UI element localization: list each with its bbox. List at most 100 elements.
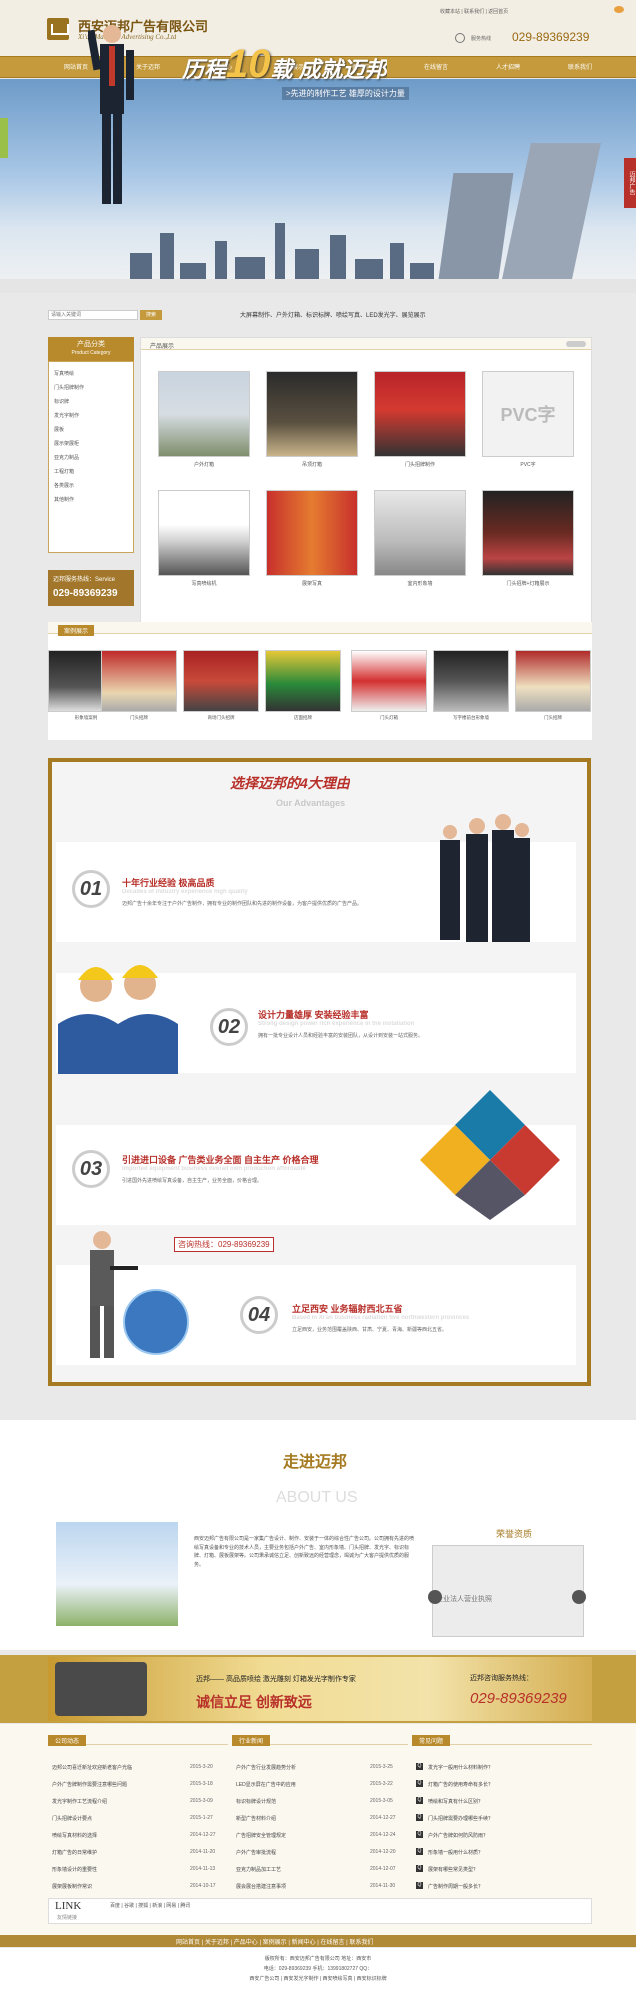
product-caption[interactable]: 门头招牌制作 (366, 461, 474, 468)
sidebar-item[interactable]: 展示架展柜 (54, 440, 79, 447)
cases-header (48, 622, 592, 634)
case-caption[interactable]: 写字楼前台形象墙 (431, 715, 511, 721)
product-image[interactable]: PVC字 (482, 371, 574, 457)
news-item[interactable]: 户外广告审批流程 (236, 1849, 362, 1856)
news-item[interactable]: LED显示屏在广告中的应用 (236, 1781, 362, 1788)
product-caption[interactable]: 展架写真 (258, 580, 366, 587)
news-item[interactable]: 展架展板制作常识 (52, 1883, 182, 1890)
sidebar-item[interactable]: 工程灯箱 (54, 468, 74, 475)
promo-slogan: 诚信立足 创新致远 (196, 1694, 312, 1710)
sidebar-item[interactable]: 发光字制作 (54, 412, 79, 419)
honor-certificate-image[interactable] (432, 1545, 584, 1637)
case-caption[interactable]: 商场门头招牌 (181, 715, 261, 721)
faq-item[interactable]: 户外广告牌如何防风防雨？ (428, 1832, 588, 1839)
prev-arrow-icon[interactable] (428, 1590, 442, 1604)
hotline-label: 服务热线 (471, 36, 492, 42)
search-input[interactable] (48, 310, 138, 320)
case-image[interactable] (265, 650, 341, 712)
sidebar-item[interactable]: 标识牌 (54, 398, 69, 405)
more-button[interactable] (566, 341, 586, 347)
news-item[interactable]: 形象墙设计的重要性 (52, 1866, 182, 1873)
logo-icon[interactable] (47, 18, 69, 40)
faq-item[interactable]: 形象墙一般用什么材质？ (428, 1849, 588, 1856)
faq-item[interactable]: 喷绘和写真有什么区别？ (428, 1798, 588, 1805)
search-button[interactable]: 搜索 (140, 310, 162, 320)
banner-left-tab[interactable] (0, 118, 8, 158)
news-item[interactable]: 展会展台搭建注意事项 (236, 1883, 362, 1890)
top-links[interactable]: 收藏本站 | 联系我们 | 返回首页 (440, 8, 508, 15)
news-date: 2015-3-09 (190, 1798, 213, 1804)
faq-item[interactable]: 广告制作周期一般多长？ (428, 1883, 588, 1890)
product-caption[interactable]: 室内形象墙 (366, 580, 474, 587)
phone-icon (455, 33, 465, 43)
case-image[interactable] (101, 650, 177, 712)
friend-links[interactable]: 百度 | 谷歌 | 搜狐 | 新浪 | 网易 | 腾讯 (110, 1902, 190, 1909)
category-list: 写真喷绘 门头招牌制作 标识牌 发光字制作 展板 展示架展柜 亚克力制品 工程灯… (48, 361, 134, 553)
product-image[interactable] (266, 371, 358, 457)
news-item[interactable]: 门头招牌设计要点 (52, 1815, 182, 1822)
category-title-en: Product Category (71, 350, 111, 356)
case-caption[interactable]: 门头招牌 (513, 715, 593, 721)
case-image[interactable] (183, 650, 259, 712)
faq-item[interactable]: 门头招牌需要办理哪些手续？ (428, 1815, 588, 1822)
sidebar-item[interactable]: 门头招牌制作 (54, 384, 84, 391)
case-image[interactable] (351, 650, 427, 712)
sidebar-item[interactable]: 其他制作 (54, 496, 74, 503)
faq-item[interactable]: 展架有哪些常见类型？ (428, 1866, 588, 1873)
company-building-photo[interactable] (56, 1522, 178, 1626)
hotline-box-number: 029-89369239 (53, 588, 118, 599)
product-image[interactable] (374, 371, 466, 457)
news-date: 2014-11-13 (190, 1866, 216, 1872)
product-image[interactable] (158, 371, 250, 457)
product-caption[interactable]: 门头招牌+灯箱展示 (474, 580, 582, 587)
product-caption[interactable]: 吊顶灯箱 (258, 461, 366, 468)
faq-item[interactable]: 发光字一般用什么材料制作？ (428, 1764, 588, 1771)
news-item[interactable]: 户外广告牌制作需要注意哪些问题 (52, 1781, 182, 1788)
next-arrow-icon[interactable] (572, 1590, 586, 1604)
news-item[interactable]: 喷绘写真材料的选择 (52, 1832, 182, 1839)
tab-faq[interactable]: 常见问题 (412, 1735, 451, 1746)
news-item[interactable]: 户外广告行业发展趋势分析 (236, 1764, 362, 1771)
about-title: 走进迈邦 (283, 1454, 348, 1471)
product-caption[interactable]: PVC字 (474, 461, 582, 468)
product-image[interactable] (482, 490, 574, 576)
sidebar-item[interactable]: 各类展示 (54, 482, 74, 489)
case-caption[interactable]: 店面招牌 (263, 715, 343, 721)
product-image[interactable] (374, 490, 466, 576)
banner-side-tag[interactable]: 迈邦广告 (624, 158, 636, 208)
case-image[interactable] (515, 650, 591, 712)
advantage-heading: 立足西安 业务辐射西北五省 (292, 1304, 403, 1314)
news-item[interactable]: 发光字制作工艺流程介绍 (52, 1798, 182, 1805)
product-caption[interactable]: 写真喷绘机 (150, 580, 258, 587)
footer-nav-links[interactable]: 网站首页 | 关于迈邦 | 产品中心 | 案例展示 | 新闻中心 | 在线留言 … (176, 1937, 373, 1946)
news-item[interactable]: 亚克力制品加工工艺 (236, 1866, 362, 1873)
nav-item-jobs[interactable]: 人才招聘 (472, 57, 544, 79)
news-item[interactable]: 迈邦公司喜迁新址欢迎新老客户光临 (52, 1764, 182, 1771)
nav-item-message[interactable]: 在线留言 (400, 57, 472, 79)
case-caption[interactable]: 门头灯箱 (349, 715, 429, 721)
product-image[interactable] (158, 490, 250, 576)
banner-slogan: 历程10载 成就迈邦 (182, 42, 387, 87)
advantage-text: 立足西安，业务范围覆盖陕西、甘肃、宁夏、青海、新疆等西北五省。 (292, 1327, 448, 1333)
weibo-icon[interactable] (614, 6, 624, 13)
sidebar-item[interactable]: 亚克力制品 (54, 454, 79, 461)
case-image[interactable] (433, 650, 509, 712)
news-item[interactable]: 广告招牌安全管理规定 (236, 1832, 362, 1839)
sidebar-item[interactable]: 写真喷绘 (54, 370, 74, 377)
case-caption[interactable]: 门头招牌 (99, 715, 179, 721)
faq-item[interactable]: 灯箱广告的使用寿命有多长？ (428, 1781, 588, 1788)
news-item[interactable]: 标识标牌设计规范 (236, 1798, 362, 1805)
product-caption[interactable]: 户外灯箱 (150, 461, 258, 468)
tab-industry-news[interactable]: 行业新闻 (232, 1735, 271, 1746)
news-item[interactable]: 新型广告材料介绍 (236, 1815, 362, 1822)
advantage-heading-en: Based in Xi'an business radiation five n… (292, 1315, 470, 1321)
news-item[interactable]: 灯箱广告的日常维护 (52, 1849, 182, 1856)
footer-line: 西安广告公司 | 西安发光字制作 | 西安喷绘写真 | 西安标识标牌 (249, 1976, 387, 1982)
sidebar-item[interactable]: 展板 (54, 426, 64, 433)
product-image[interactable] (266, 490, 358, 576)
tab-company-news[interactable]: 公司动态 (48, 1735, 87, 1746)
about-title-en: ABOUT US (276, 1489, 358, 1506)
nav-item-contact[interactable]: 联系我们 (544, 57, 616, 79)
news-date: 2015-3-25 (370, 1764, 393, 1770)
advantages-title: 选择迈邦的4大理由 (230, 775, 350, 791)
